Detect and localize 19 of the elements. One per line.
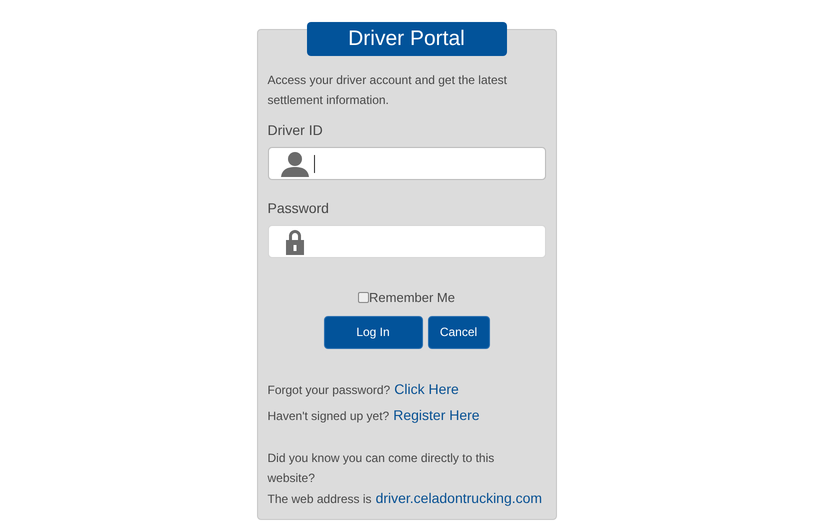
prompt-text: Forgot your password?	[268, 382, 390, 398]
field-label: Password	[268, 199, 330, 218]
cancel-button[interactable]: Cancel	[428, 316, 490, 348]
notice-text: Did you know you can come directly to this website?	[268, 450, 496, 486]
link[interactable]: Register Here	[393, 404, 480, 424]
address-link[interactable]: driver.celadontrucking.com	[376, 488, 542, 508]
input-field[interactable]	[268, 225, 546, 258]
checkbox-label: Remember Me	[369, 289, 455, 307]
prompt-text: Haven't signed up yet?	[268, 408, 390, 424]
link[interactable]: Click Here	[394, 378, 459, 398]
input-field[interactable]	[268, 147, 546, 180]
address-text: The web address is	[268, 490, 372, 508]
padlock-icon	[284, 228, 304, 254]
intro-text: Access your driver account and get the latest settlement information.	[268, 72, 508, 109]
login-button[interactable]: Log In	[324, 316, 422, 348]
field-label: Driver ID	[268, 121, 324, 140]
remember-checkbox[interactable]	[358, 292, 370, 304]
person-icon	[280, 150, 308, 176]
portal-title: Driver Portal	[306, 22, 506, 56]
